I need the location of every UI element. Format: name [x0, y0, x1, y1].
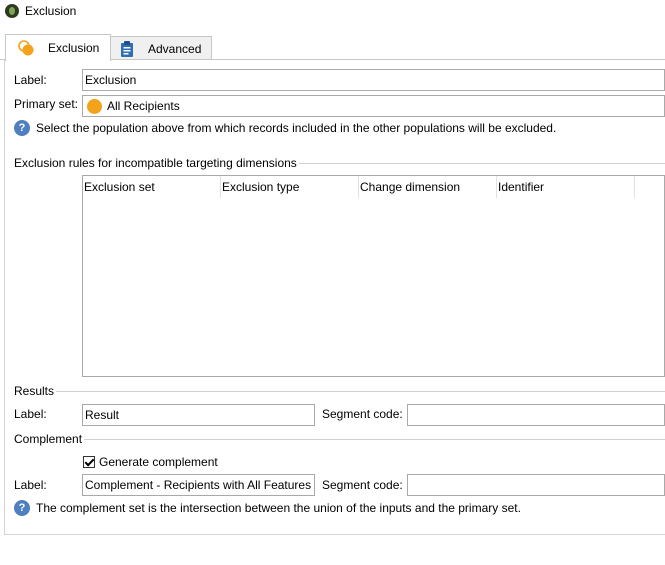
complement-segment-input[interactable]: [407, 474, 665, 496]
orange-circle-icon: [87, 98, 102, 114]
tab-advanced[interactable]: Advanced: [110, 36, 212, 60]
primary-set-value: All Recipients: [107, 99, 180, 113]
results-segment-caption: Segment code:: [322, 407, 403, 421]
tab-exclusion[interactable]: Exclusion: [5, 34, 111, 61]
results-label-input[interactable]: [82, 404, 315, 426]
label-input[interactable]: [82, 69, 665, 91]
workflow-icon: [5, 4, 19, 18]
primary-set-caption: Primary set:: [14, 97, 79, 111]
rules-table[interactable]: Exclusion set Exclusion type Change dime…: [82, 175, 665, 377]
complement-label-caption: Label:: [14, 478, 47, 492]
column-header-exclusion-set[interactable]: Exclusion set: [83, 176, 221, 198]
column-header-identifier[interactable]: Identifier: [497, 176, 635, 198]
rules-group-title: Exclusion rules for incompatible targeti…: [14, 156, 299, 170]
exclusion-venn-icon: [18, 40, 34, 56]
complement-label-input[interactable]: [82, 474, 315, 496]
tab-strip: Exclusion Advanced: [0, 34, 665, 61]
help-text-primary: Select the population above from which r…: [36, 121, 557, 135]
tab-advanced-label: Advanced: [148, 41, 202, 56]
results-label-caption: Label:: [14, 407, 47, 421]
label-caption: Label:: [14, 73, 47, 87]
complement-group-line: [14, 439, 665, 440]
help-icon: ?: [14, 120, 30, 136]
help-text-complement: The complement set is the intersection b…: [36, 501, 521, 515]
generate-complement-label: Generate complement: [99, 455, 218, 469]
complement-segment-caption: Segment code:: [322, 478, 403, 492]
generate-complement-checkbox[interactable]: Generate complement: [83, 455, 218, 469]
tab-exclusion-label: Exclusion: [48, 41, 100, 55]
title-bar: Exclusion: [0, 0, 665, 26]
results-group-title: Results: [14, 384, 57, 398]
column-header-change-dimension[interactable]: Change dimension: [359, 176, 497, 198]
window-title: Exclusion: [25, 4, 77, 18]
results-segment-input[interactable]: [407, 404, 665, 426]
results-group-line: [14, 391, 665, 392]
complement-group-title: Complement: [14, 432, 85, 446]
clipboard-icon: [121, 40, 133, 57]
primary-set-field[interactable]: All Recipients: [82, 95, 665, 117]
checkbox-box[interactable]: [83, 456, 95, 468]
column-header-exclusion-type[interactable]: Exclusion type: [221, 176, 359, 198]
help-icon: ?: [14, 500, 30, 516]
